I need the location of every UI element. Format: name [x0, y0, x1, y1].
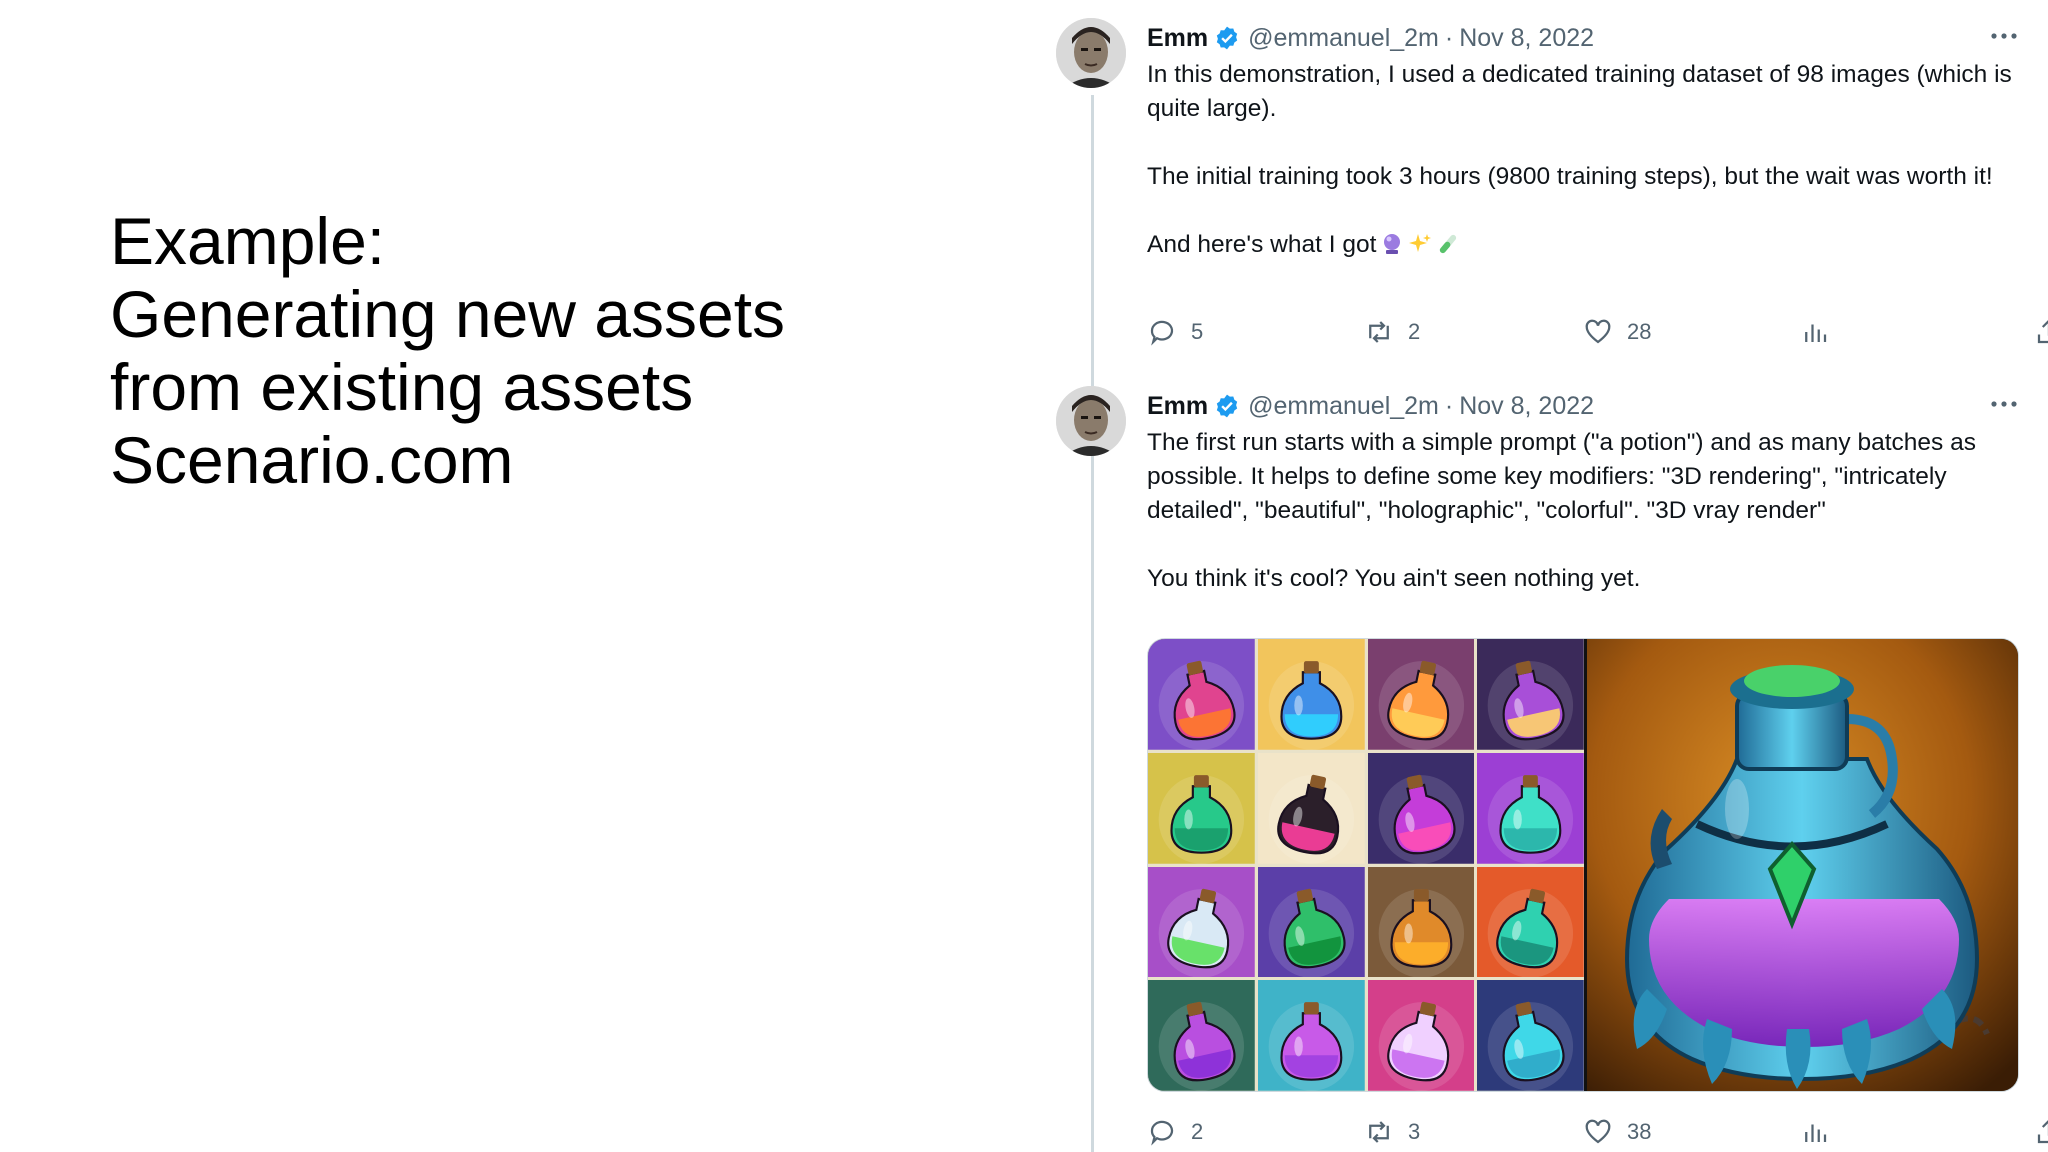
author-handle[interactable]: @emmanuel_2m — [1248, 24, 1439, 53]
test-tube-emoji-icon — [1440, 234, 1457, 254]
title-line: Example: — [110, 204, 386, 278]
tweet-text: In this demonstration, I used a dedicate… — [1147, 58, 2017, 262]
views-button[interactable] — [1800, 1112, 1830, 1152]
avatar[interactable] — [1056, 386, 1126, 456]
potion-tile — [1477, 866, 1584, 978]
reply-count: 5 — [1191, 319, 1204, 344]
slide-title: Example: Generating new assets from exis… — [110, 205, 785, 497]
retweet-icon — [1369, 1121, 1389, 1143]
retweet-button[interactable]: 2 — [1364, 312, 1420, 352]
potion-tile — [1148, 980, 1255, 1091]
tweet-paragraph: In this demonstration, I used a dedicate… — [1147, 61, 2012, 122]
tweet[interactable]: Emm @emmanuel_2m · Nov 8, 2022 In this d… — [1056, 18, 2048, 348]
potion-tile — [1257, 752, 1365, 864]
reply-icon — [1150, 320, 1174, 346]
potion-tile — [1367, 866, 1475, 978]
tweet-date[interactable]: Nov 8, 2022 — [1459, 24, 1594, 53]
tweet-paragraph: And here's what I got — [1147, 228, 2017, 262]
potion-tile — [1367, 980, 1475, 1091]
potion-hero-image[interactable] — [1587, 639, 2018, 1091]
retweet-count: 2 — [1408, 319, 1421, 344]
retweet-icon — [1369, 321, 1389, 343]
tweet-paragraph-text: And here's what I got — [1147, 231, 1377, 258]
verified-badge-icon — [1216, 394, 1238, 418]
views-button[interactable] — [1800, 312, 1830, 352]
crystal-ball-emoji-icon — [1384, 234, 1401, 254]
potion-tile — [1148, 752, 1255, 864]
author-name[interactable]: Emm — [1147, 24, 1208, 53]
title-line: Scenario.com — [110, 423, 514, 497]
separator-dot: · — [1444, 391, 1454, 420]
tweet-paragraph: The initial training took 3 hours (9800 … — [1147, 163, 1993, 190]
heart-icon — [1585, 1119, 1611, 1144]
retweet-count: 3 — [1408, 1119, 1421, 1144]
tweet-header: Emm @emmanuel_2m · Nov 8, 2022 — [1147, 388, 1594, 424]
avatar[interactable] — [1056, 18, 1126, 88]
title-line: from existing assets — [110, 350, 694, 424]
share-button[interactable] — [2034, 1112, 2048, 1152]
separator-dot: · — [1444, 23, 1454, 52]
potion-tile — [1257, 639, 1365, 750]
author-name[interactable]: Emm — [1147, 392, 1208, 421]
retweet-button[interactable]: 3 — [1364, 1112, 1420, 1152]
tweet-paragraph: You think it's cool? You ain't seen noth… — [1147, 565, 1641, 592]
share-icon — [2037, 320, 2048, 344]
like-count: 28 — [1627, 319, 1652, 344]
tweet-media[interactable] — [1147, 638, 2019, 1092]
analytics-icon — [1805, 324, 1827, 342]
sparkles-emoji-icon — [1409, 234, 1432, 252]
reply-count: 2 — [1191, 1119, 1204, 1144]
potion-tile — [1367, 752, 1475, 864]
more-options-icon[interactable] — [1987, 392, 2021, 416]
title-line: Generating new assets — [110, 277, 786, 351]
tweet-date[interactable]: Nov 8, 2022 — [1459, 392, 1594, 421]
reply-button[interactable]: 5 — [1147, 312, 1203, 352]
tweet-paragraph: The first run starts with a simple promp… — [1147, 429, 1976, 524]
potion-tile — [1257, 866, 1365, 978]
verified-badge-icon — [1216, 26, 1238, 50]
more-options-icon[interactable] — [1987, 24, 2021, 48]
potion-tile — [1367, 639, 1475, 750]
like-count: 38 — [1627, 1119, 1652, 1144]
potion-tile — [1477, 980, 1584, 1091]
potion-tile — [1477, 639, 1584, 750]
potion-grid-image[interactable] — [1148, 639, 1584, 1091]
like-button[interactable]: 28 — [1583, 312, 1651, 352]
analytics-icon — [1805, 1124, 1827, 1142]
heart-icon — [1585, 319, 1611, 344]
potion-tile — [1257, 980, 1365, 1091]
tweet-header: Emm @emmanuel_2m · Nov 8, 2022 — [1147, 20, 1594, 56]
tweet-text: The first run starts with a simple promp… — [1147, 426, 2017, 596]
tweet-actions: 5 2 28 — [1147, 312, 2048, 352]
potion-tile — [1148, 866, 1255, 978]
tweet-actions: 2 3 38 — [1147, 1112, 2048, 1152]
like-button[interactable]: 38 — [1583, 1112, 1651, 1152]
share-icon — [2037, 1120, 2048, 1144]
potion-tile — [1477, 752, 1584, 864]
potion-tile — [1148, 639, 1255, 750]
reply-button[interactable]: 2 — [1147, 1112, 1203, 1152]
share-button[interactable] — [2034, 312, 2048, 352]
reply-icon — [1150, 1120, 1174, 1146]
author-handle[interactable]: @emmanuel_2m — [1248, 392, 1439, 421]
tweet[interactable]: Emm @emmanuel_2m · Nov 8, 2022 The first… — [1056, 386, 2048, 1152]
